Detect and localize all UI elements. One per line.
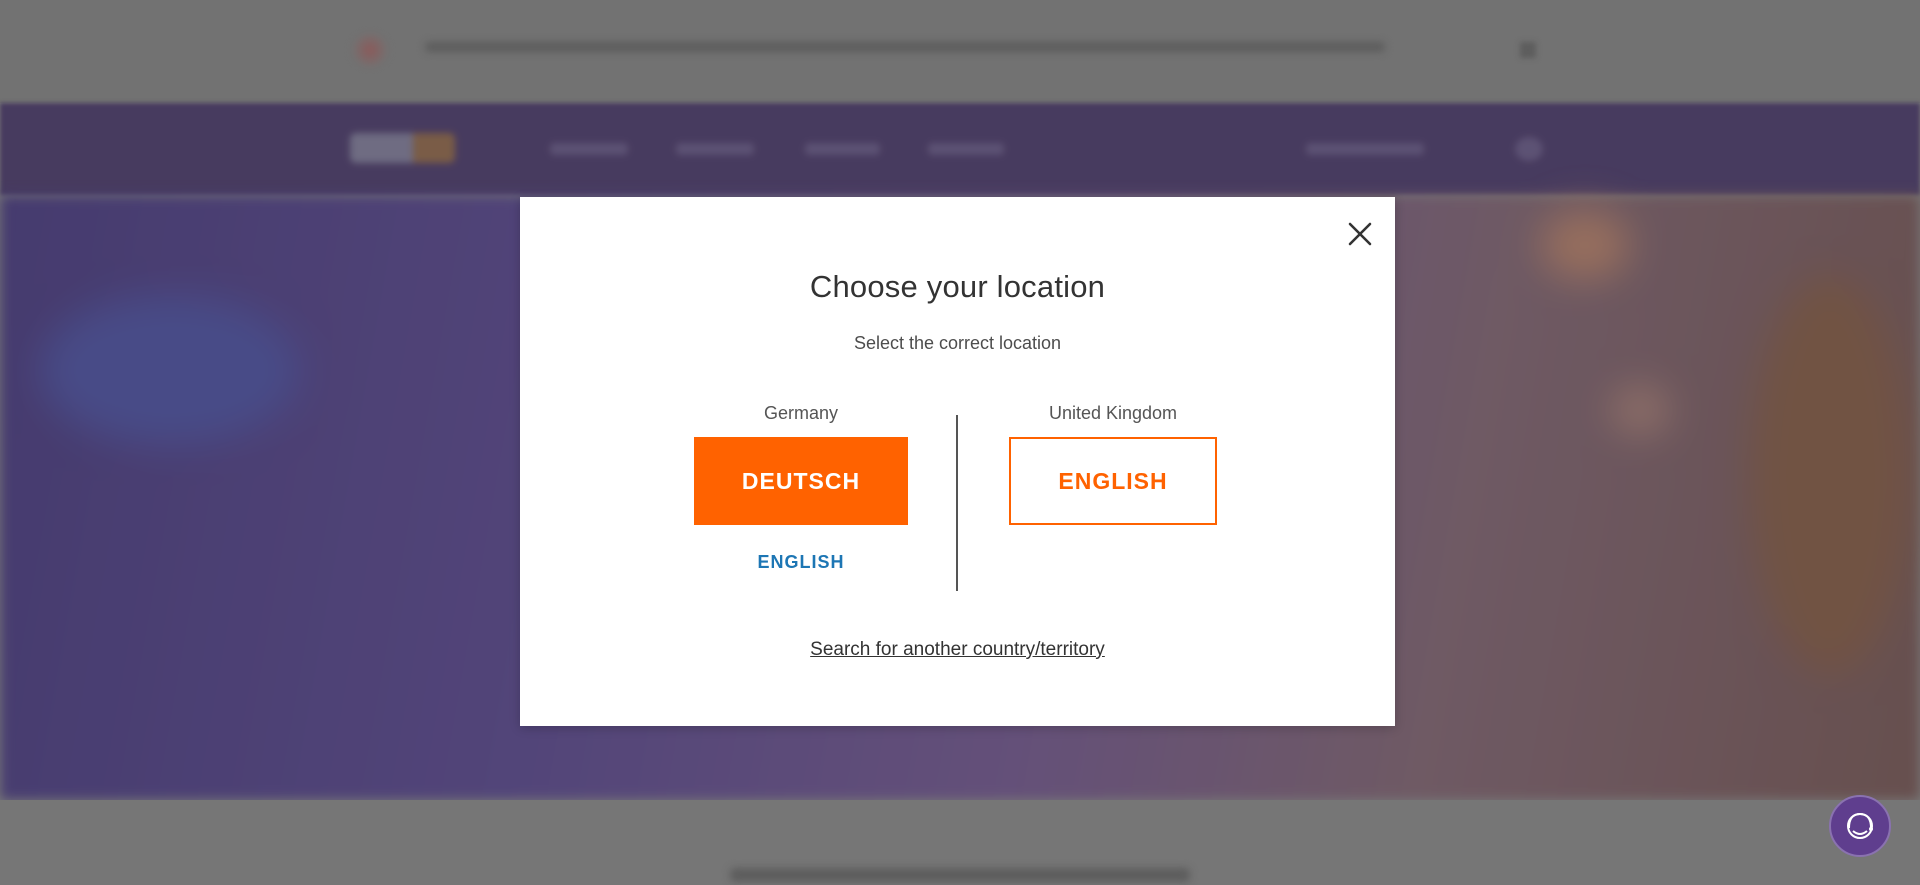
modal-title: Choose your location: [809, 269, 1106, 304]
page: Choose your location Select the correct …: [0, 0, 1920, 885]
location-germany: Germany DEUTSCH ENGLISH: [694, 401, 908, 573]
uk-english-button[interactable]: ENGLISH: [1009, 437, 1217, 525]
close-button[interactable]: [1345, 219, 1375, 249]
deutsch-button[interactable]: DEUTSCH: [694, 437, 908, 525]
location-united-kingdom: United Kingdom ENGLISH: [1009, 401, 1217, 525]
close-icon: [1348, 222, 1372, 246]
modal-subtitle: Select the correct location: [853, 333, 1062, 353]
location-modal: Choose your location Select the correct …: [520, 197, 1395, 726]
country-label-germany: Germany: [763, 403, 839, 423]
chat-agent-icon: [1847, 812, 1873, 839]
search-country-link[interactable]: Search for another country/territory: [520, 639, 1395, 661]
germany-english-link[interactable]: ENGLISH: [694, 552, 908, 573]
country-label-united-kingdom: United Kingdom: [1048, 403, 1178, 423]
chat-button[interactable]: [1829, 795, 1891, 857]
column-divider: [956, 415, 958, 591]
